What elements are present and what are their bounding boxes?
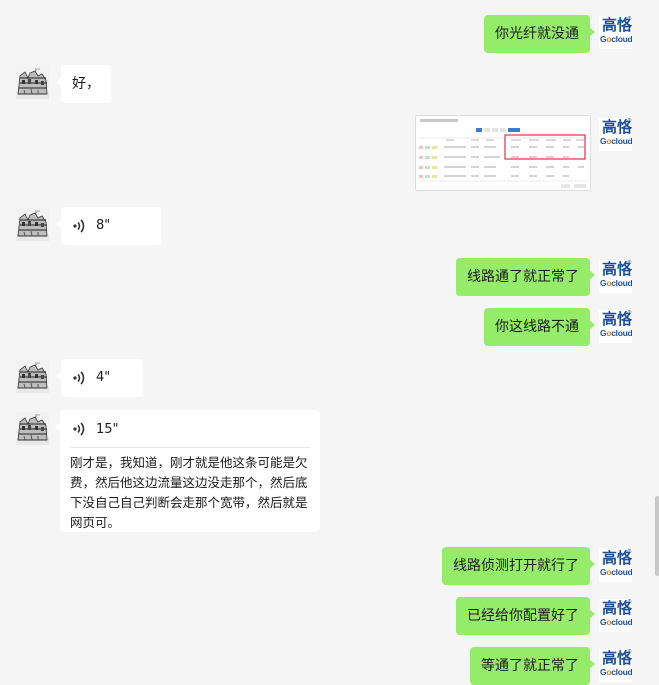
brand-logo-en: Gocloud [600, 567, 632, 577]
contact-avatar[interactable] [16, 412, 49, 445]
voice-duration: 15" [96, 421, 119, 437]
scrollbar[interactable] [655, 496, 659, 576]
voice-transcript-text: 刚才是，我知道，刚才就是他这条可能是欠费，然后他这边流量这边没走那个，然后底下没… [70, 455, 308, 530]
message-bubble[interactable]: 线路通了就正常了 [456, 258, 595, 296]
registered-mark: ® [627, 16, 632, 22]
contact-avatar[interactable] [16, 360, 49, 393]
message-bubble[interactable]: 你这线路不通 [484, 308, 595, 346]
registered-mark: ® [627, 118, 632, 124]
message-text: 你光纤就没通 [495, 26, 579, 42]
registered-mark: ® [627, 260, 632, 266]
message-bubble[interactable]: 好， [56, 65, 111, 103]
registered-mark: ® [627, 599, 632, 605]
registered-mark: ® [627, 310, 632, 316]
message-text: 好， [72, 76, 100, 92]
voice-duration: 8" [96, 218, 111, 233]
voice-message-bubble[interactable]: 4" [56, 359, 143, 397]
brand-logo-en: Gocloud [600, 136, 632, 146]
voice-wave-icon [72, 371, 85, 385]
message-text: 线路侦测打开就行了 [453, 558, 579, 574]
self-avatar[interactable]: 高恪 ® Gocloud [599, 260, 632, 293]
message-bubble[interactable]: 已经给你配置好了 [456, 597, 595, 635]
self-avatar[interactable]: 高恪 ® Gocloud [599, 649, 632, 682]
voice-wave-icon [72, 219, 85, 233]
sketch-avatar-icon [16, 412, 49, 445]
voice-transcript-bubble[interactable]: 15" 刚才是，我知道，刚才就是他这条可能是欠费，然后他这边流量这边没走那个，然… [55, 410, 320, 532]
screenshot-thumbnail [416, 116, 590, 190]
brand-logo-en: Gocloud [600, 34, 632, 44]
message-text: 你这线路不通 [495, 319, 579, 335]
contact-avatar[interactable] [16, 208, 49, 241]
message-bubble[interactable]: 等通了就正常了 [470, 647, 595, 685]
contact-avatar[interactable] [16, 66, 49, 99]
brand-logo-en: Gocloud [600, 328, 632, 338]
message-bubble[interactable]: 你光纤就没通 [484, 15, 595, 53]
image-message[interactable] [415, 115, 591, 191]
self-avatar[interactable]: 高恪 ® Gocloud [599, 16, 632, 49]
message-text: 线路通了就正常了 [467, 269, 579, 285]
brand-logo-en: Gocloud [600, 667, 632, 677]
sketch-avatar-icon [16, 208, 49, 241]
voice-message-bubble[interactable]: 8" [56, 207, 161, 245]
registered-mark: ® [627, 649, 632, 655]
brand-logo-en: Gocloud [600, 617, 632, 627]
voice-wave-icon [72, 422, 85, 436]
message-bubble[interactable]: 线路侦测打开就行了 [442, 547, 595, 585]
sketch-avatar-icon [16, 360, 49, 393]
message-text: 等通了就正常了 [481, 658, 579, 674]
registered-mark: ® [627, 549, 632, 555]
self-avatar[interactable]: 高恪 ® Gocloud [599, 599, 632, 632]
self-avatar[interactable]: 高恪 ® Gocloud [599, 549, 632, 582]
divider [70, 447, 310, 448]
sketch-avatar-icon [16, 66, 49, 99]
message-text: 已经给你配置好了 [467, 608, 579, 624]
self-avatar[interactable]: 高恪 ® Gocloud [599, 118, 632, 151]
brand-logo-en: Gocloud [600, 278, 632, 288]
voice-duration: 4" [96, 370, 111, 385]
self-avatar[interactable]: 高恪 ® Gocloud [599, 310, 632, 343]
